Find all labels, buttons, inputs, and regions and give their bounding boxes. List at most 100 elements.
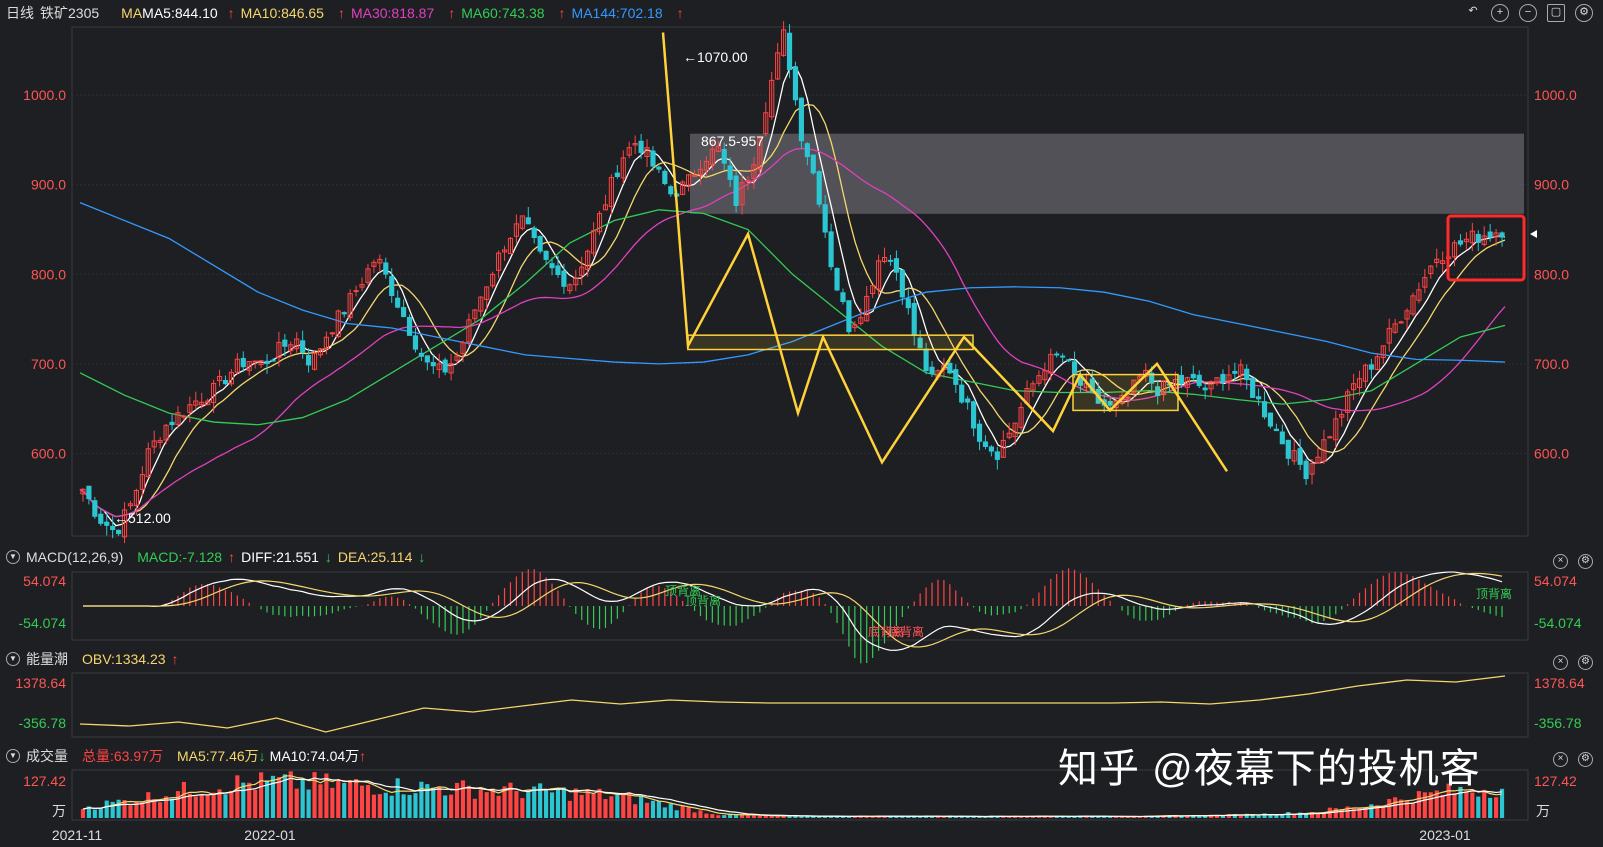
collapse-icon[interactable]: ▼	[6, 652, 20, 666]
volume-bar	[229, 790, 234, 818]
candle-body	[549, 263, 555, 269]
close-icon[interactable]: ×	[1553, 554, 1568, 569]
volume-bar	[710, 814, 715, 818]
volume-bar	[407, 794, 412, 818]
divergence-label: 顶背离	[685, 593, 721, 608]
candle-body	[733, 175, 739, 206]
obv-line	[79, 675, 1506, 733]
volume-bar	[193, 796, 198, 818]
divergence-label: 底背离	[888, 624, 924, 639]
candle-body	[98, 513, 104, 524]
price-tick-right: 700.0	[1534, 356, 1569, 372]
volume-ma5: MA5:77.46万	[176, 748, 259, 764]
candle-body	[86, 485, 92, 500]
candle-body	[537, 236, 543, 252]
macd-header: ▼ MACD(12,26,9) MACD:-7.128 ↑ DIFF:21.55…	[0, 546, 1603, 568]
volume-bar	[348, 780, 353, 818]
candle-body	[252, 360, 258, 363]
high-label: ←1070.00	[683, 49, 748, 65]
volume-bar	[460, 780, 466, 818]
volume-bar	[259, 772, 264, 818]
volume-bar	[490, 788, 495, 818]
candle-body	[899, 269, 905, 298]
volume-bar	[223, 794, 228, 818]
candle-body	[650, 150, 656, 167]
gap-label: 867.5-957	[701, 133, 764, 149]
volume-bar	[294, 788, 299, 818]
volume-bar	[1333, 808, 1338, 818]
macd-title[interactable]: MACD(12,26,9)	[26, 549, 123, 565]
collapse-icon[interactable]: ▼	[6, 550, 20, 564]
volume-bar	[1292, 814, 1297, 818]
volume-bar	[1440, 794, 1445, 818]
candle-body	[1475, 233, 1481, 243]
volume-bar	[1268, 815, 1273, 818]
volume-bar	[532, 786, 537, 818]
volume-bar	[431, 787, 436, 818]
volume-bar	[650, 800, 656, 818]
settings-icon[interactable]: ⚙	[1578, 554, 1593, 569]
volume-axis-unit-right: 万	[1536, 803, 1550, 819]
volume-bar	[1482, 789, 1487, 818]
candle-body	[668, 186, 674, 195]
candle-body	[270, 359, 276, 362]
dea-line	[82, 572, 1503, 648]
price-tick-right: 1000.0	[1534, 87, 1577, 103]
candle-body	[555, 265, 561, 275]
volume-bar	[656, 800, 661, 818]
volume-bar	[187, 793, 192, 818]
obv-title[interactable]: 能量潮	[26, 649, 68, 669]
candle-body	[1273, 428, 1279, 432]
candle-body	[561, 270, 567, 287]
candlestick-chart[interactable]: 1000.0 1000.0 900.0 900.0 800.0 800.0 700.0 700…	[0, 0, 1603, 847]
volume-bar	[1256, 815, 1261, 818]
volume-bar	[175, 791, 181, 818]
candle-body	[929, 366, 935, 375]
macd-axis-bottom-right: -54.074	[1534, 615, 1582, 631]
volume-bar	[603, 799, 608, 818]
settings-icon[interactable]: ⚙	[1578, 655, 1593, 670]
candle-body	[786, 32, 793, 71]
candle-body	[810, 154, 816, 174]
candle-body	[804, 143, 810, 158]
resistance-zone	[690, 133, 1524, 214]
macd-axis-top-right: 54.074	[1534, 573, 1577, 589]
obv-panel-tools: × ⚙	[1553, 655, 1593, 670]
volume-bar	[395, 778, 400, 818]
collapse-icon[interactable]: ▼	[6, 749, 20, 763]
candle-body	[389, 276, 395, 297]
macd-value: MACD:-7.128	[137, 549, 223, 565]
close-icon[interactable]: ×	[1553, 655, 1568, 670]
divergence-label: 顶背离	[1476, 586, 1512, 601]
volume-bar	[674, 810, 679, 818]
volume-panel-tools: × ⚙	[1553, 752, 1593, 767]
candle-body	[976, 423, 983, 442]
candle-body	[982, 441, 989, 447]
volume-bar	[668, 803, 673, 818]
candle-body	[300, 340, 306, 353]
volume-bar	[365, 785, 371, 818]
candle-body	[816, 171, 822, 205]
candle-body	[406, 316, 413, 336]
candle-body	[1071, 361, 1078, 374]
candle-body	[110, 525, 116, 531]
dea-arrow: ↓	[418, 549, 426, 565]
volume-bar	[354, 778, 359, 818]
close-icon[interactable]: ×	[1553, 752, 1568, 767]
volume-title[interactable]: 成交量	[26, 746, 68, 766]
volume-bar	[662, 807, 667, 818]
macd-arrow: ↑	[228, 549, 236, 565]
volume-bar	[621, 792, 626, 818]
volume-bar	[466, 785, 471, 818]
candle-body	[240, 357, 246, 368]
candle-body	[1267, 412, 1274, 427]
volume-bar	[544, 789, 549, 818]
settings-icon[interactable]: ⚙	[1578, 752, 1593, 767]
volume-bar	[520, 798, 525, 818]
volume-bar	[413, 793, 418, 818]
candle-body	[418, 352, 424, 357]
price-tick-left: 700.0	[31, 356, 66, 372]
price-tick-left: 900.0	[31, 177, 66, 193]
volume-bar	[870, 816, 875, 818]
candle-body	[531, 227, 537, 238]
